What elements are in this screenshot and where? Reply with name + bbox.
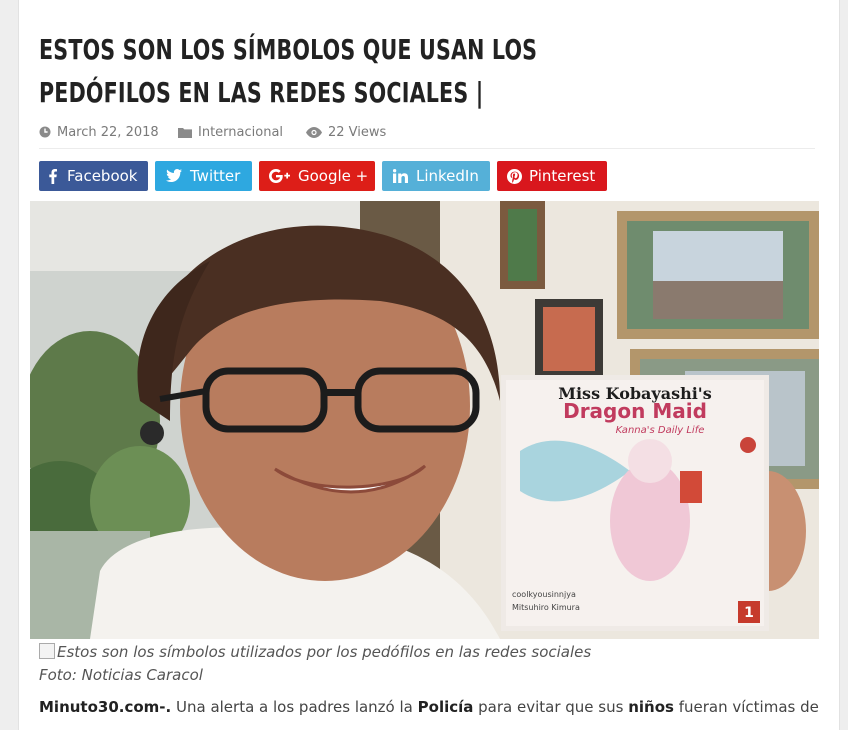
share-twitter-label: Twitter <box>190 167 241 185</box>
broken-image-icon <box>39 643 55 659</box>
book-volume: 1 <box>744 605 754 621</box>
hero-image: Miss Kobayashi's Dragon Maid Kanna's Dai… <box>30 201 819 639</box>
meta-category-link[interactable]: Internacional <box>198 125 283 140</box>
body-seg2: para evitar que sus <box>473 698 629 716</box>
article-card: Estos son los símbolos que usan los pedó… <box>18 0 840 730</box>
linkedin-icon <box>393 169 408 183</box>
body-seg3: fueran víctimas de <box>673 698 819 716</box>
article-meta: March 22, 2018 Internacional 22 Views <box>39 124 815 149</box>
share-google-plus-button[interactable]: Google + <box>259 161 375 191</box>
share-linkedin-label: LinkedIn <box>416 167 479 185</box>
body-seg1: Una alerta a los padres lanzó la <box>171 698 418 716</box>
google-plus-icon <box>269 169 290 183</box>
share-linkedin-button[interactable]: LinkedIn <box>382 161 490 191</box>
share-google-plus-label: Google + <box>298 167 369 185</box>
body-source: Minuto30.com-. <box>39 698 172 716</box>
eye-icon <box>306 127 322 138</box>
body-bold-ninos: niños <box>628 698 674 716</box>
book-author: coolkyousinnjya <box>512 590 576 599</box>
photo-credit: Foto: Noticias Caracol <box>39 666 203 684</box>
article-title: Estos son los símbolos que usan los pedó… <box>39 33 538 109</box>
image-caption: Estos son los símbolos utilizados por lo… <box>39 643 591 661</box>
caption-alt-text: Estos son los símbolos utilizados por lo… <box>57 643 592 661</box>
share-twitter-button[interactable]: Twitter <box>155 161 252 191</box>
share-facebook-button[interactable]: Facebook <box>39 161 148 191</box>
pinterest-icon <box>507 169 522 184</box>
meta-views-text: 22 Views <box>328 125 387 140</box>
book-subtitle: Kanna's Daily Life <box>616 425 705 436</box>
book-title-line2: Dragon Maid <box>563 399 707 423</box>
meta-category[interactable]: Internacional <box>178 125 283 140</box>
meta-date: March 22, 2018 <box>39 125 159 140</box>
book-artist: Mitsuhiro Kimura <box>512 603 580 612</box>
meta-views: 22 Views <box>306 125 386 140</box>
share-pinterest-label: Pinterest <box>529 167 596 185</box>
body-bold-policia: Policía <box>417 698 474 716</box>
share-pinterest-button[interactable]: Pinterest <box>497 161 607 191</box>
hero-photo: Miss Kobayashi's Dragon Maid Kanna's Dai… <box>30 201 819 639</box>
folder-icon <box>178 128 192 138</box>
share-facebook-label: Facebook <box>67 167 138 185</box>
twitter-icon <box>166 169 182 182</box>
meta-date-text: March 22, 2018 <box>57 125 159 140</box>
facebook-icon <box>49 169 57 184</box>
article-body-paragraph: Minuto30.com-. Una alerta a los padres l… <box>39 698 839 716</box>
clock-icon <box>39 126 51 138</box>
